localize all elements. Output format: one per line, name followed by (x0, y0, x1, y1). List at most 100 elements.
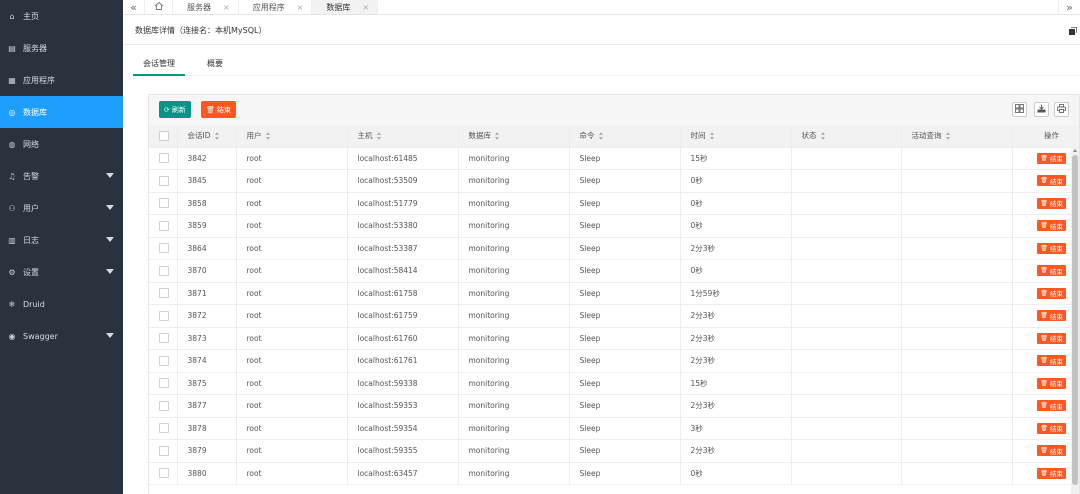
sidebar-item-0[interactable]: ⌂ 主页 (0, 0, 123, 32)
columns-filter-button[interactable] (1012, 102, 1027, 117)
end-session-button[interactable]: 🗑 结束 (1037, 400, 1066, 412)
row-checkbox[interactable] (159, 175, 169, 186)
trash-icon: 🗑 (1040, 334, 1048, 342)
sidebar-item-10[interactable]: ◉ Swagger (0, 320, 123, 352)
column-header[interactable]: 会话ID (177, 125, 237, 148)
chevron-down-icon[interactable] (106, 269, 114, 274)
sort-icon[interactable] (945, 132, 951, 141)
end-session-button[interactable]: 🗑 结束 (1037, 175, 1066, 187)
tab-label: 服务器 (187, 2, 211, 12)
row-checkbox[interactable] (159, 445, 169, 456)
export-button[interactable] (1034, 102, 1049, 117)
column-header[interactable]: 状态 (791, 125, 902, 148)
sort-icon[interactable] (265, 132, 271, 141)
end-session-button[interactable]: 🗑 结束 (1037, 422, 1066, 434)
sort-icon[interactable] (495, 132, 500, 141)
sort-icon[interactable] (598, 132, 604, 141)
row-checkbox[interactable] (159, 333, 169, 344)
row-checkbox[interactable] (159, 153, 169, 164)
close-icon[interactable]: × (362, 3, 369, 12)
row-checkbox[interactable] (159, 265, 169, 276)
end-session-button[interactable]: 🗑 结束 (1037, 355, 1066, 367)
cell-query (901, 214, 1013, 238)
table-row: 3873 root localhost:61760 monitoring Sleep 2分… (149, 327, 1079, 350)
end-session-button[interactable]: 🗑 结束 (1037, 287, 1066, 299)
chevron-down-icon[interactable] (106, 205, 114, 210)
chevron-down-icon[interactable] (106, 333, 114, 338)
scroll-thumb[interactable] (1072, 155, 1078, 485)
end-session-button[interactable]: 🗑 结束 (1037, 467, 1066, 479)
tabs-scroll-left-button[interactable]: « (123, 0, 145, 14)
fullscreen-icon[interactable] (1069, 26, 1078, 35)
row-checkbox[interactable] (159, 468, 169, 479)
sort-icon[interactable] (376, 132, 382, 141)
sidebar-item-3[interactable]: ◎ 数据库 (0, 96, 123, 128)
row-checkbox[interactable] (159, 198, 169, 209)
sort-icon[interactable] (214, 132, 220, 141)
cell-user: root (236, 304, 348, 328)
end-session-button[interactable]: 🗑 结束 (1037, 265, 1066, 277)
end-session-button[interactable]: 🗑 结束 (1037, 377, 1066, 389)
tab-home[interactable] (145, 0, 173, 14)
column-header[interactable]: 活动查询 (901, 125, 1013, 148)
refresh-label: 刷新 (171, 105, 186, 114)
column-header[interactable]: 命令 (569, 125, 681, 148)
sidebar-item-4[interactable]: ◍ 网络 (0, 128, 123, 160)
end-session-button[interactable]: 🗑 结束 (1037, 220, 1066, 232)
row-checkbox[interactable] (159, 310, 169, 321)
row-checkbox[interactable] (159, 355, 169, 366)
close-icon[interactable]: × (297, 3, 304, 12)
column-header-label: 操作 (1044, 131, 1059, 141)
end-sessions-button[interactable]: 🗑 结束 (201, 101, 236, 118)
sidebar-item-5[interactable]: ♫ 告警 (0, 160, 123, 192)
scroll-up-icon[interactable] (1073, 149, 1077, 152)
chevron-down-icon[interactable] (106, 237, 114, 242)
row-checkbox[interactable] (159, 220, 169, 231)
server-icon: ▤ (8, 43, 16, 53)
column-header[interactable]: 时间 (680, 125, 792, 148)
cell-cmd: Sleep (569, 282, 681, 305)
sidebar-item-6[interactable]: ⚇ 用户 (0, 192, 123, 224)
sort-icon[interactable] (709, 132, 715, 141)
sidebar-item-8[interactable]: ⚙ 设置 (0, 256, 123, 288)
tabs-scroll-right-button[interactable]: » (1058, 0, 1080, 14)
refresh-button[interactable]: ⟳ 刷新 (159, 101, 191, 118)
column-header-label: 用户 (246, 131, 262, 141)
print-button[interactable] (1054, 102, 1069, 117)
inner-tab-0[interactable]: 会话管理 (133, 52, 185, 76)
row-checkbox[interactable] (159, 378, 169, 389)
sidebar-item-9[interactable]: ❄ Druid (0, 288, 123, 320)
sidebar-item-2[interactable]: ▦ 应用程序 (0, 64, 123, 96)
row-checkbox[interactable] (159, 400, 169, 411)
row-checkbox[interactable] (159, 288, 169, 299)
end-session-button[interactable]: 🗑 结束 (1037, 197, 1066, 209)
cell-db: monitoring (458, 214, 570, 238)
end-session-button[interactable]: 🗑 结束 (1037, 242, 1066, 254)
inner-tab-1[interactable]: 概要 (197, 52, 233, 75)
column-header[interactable]: 主机 (347, 125, 459, 148)
end-session-button[interactable]: 🗑 结束 (1037, 310, 1066, 322)
cell-cmd: Sleep (569, 327, 681, 350)
inner-tabs: 会话管理 概要 (133, 52, 1080, 76)
chevron-down-icon[interactable] (106, 173, 114, 178)
end-session-button[interactable]: 🗑 结束 (1037, 445, 1066, 457)
column-header[interactable]: 用户 (236, 125, 348, 148)
column-header[interactable]: 数据库 (458, 125, 570, 148)
close-icon[interactable]: × (223, 3, 230, 12)
row-checkbox[interactable] (159, 423, 169, 434)
tab-2[interactable]: 数据库 × (312, 0, 379, 14)
sidebar-item-7[interactable]: ▥ 日志 (0, 224, 123, 256)
cell-actions: 🗑 结束 (1012, 169, 1079, 193)
tab-1[interactable]: 应用程序 × (239, 0, 313, 14)
cell-db: monitoring (458, 349, 570, 373)
tab-0[interactable]: 服务器 × (173, 0, 239, 14)
table-scrollbar[interactable] (1071, 147, 1079, 494)
row-select-cell (149, 259, 178, 283)
cell-id: 3859 (177, 214, 237, 238)
sort-icon[interactable] (820, 132, 826, 141)
end-session-button[interactable]: 🗑 结束 (1037, 152, 1066, 164)
end-session-button[interactable]: 🗑 结束 (1037, 332, 1066, 344)
select-all-checkbox[interactable] (159, 130, 169, 141)
row-checkbox[interactable] (159, 243, 169, 254)
sidebar-item-1[interactable]: ▤ 服务器 (0, 32, 123, 64)
